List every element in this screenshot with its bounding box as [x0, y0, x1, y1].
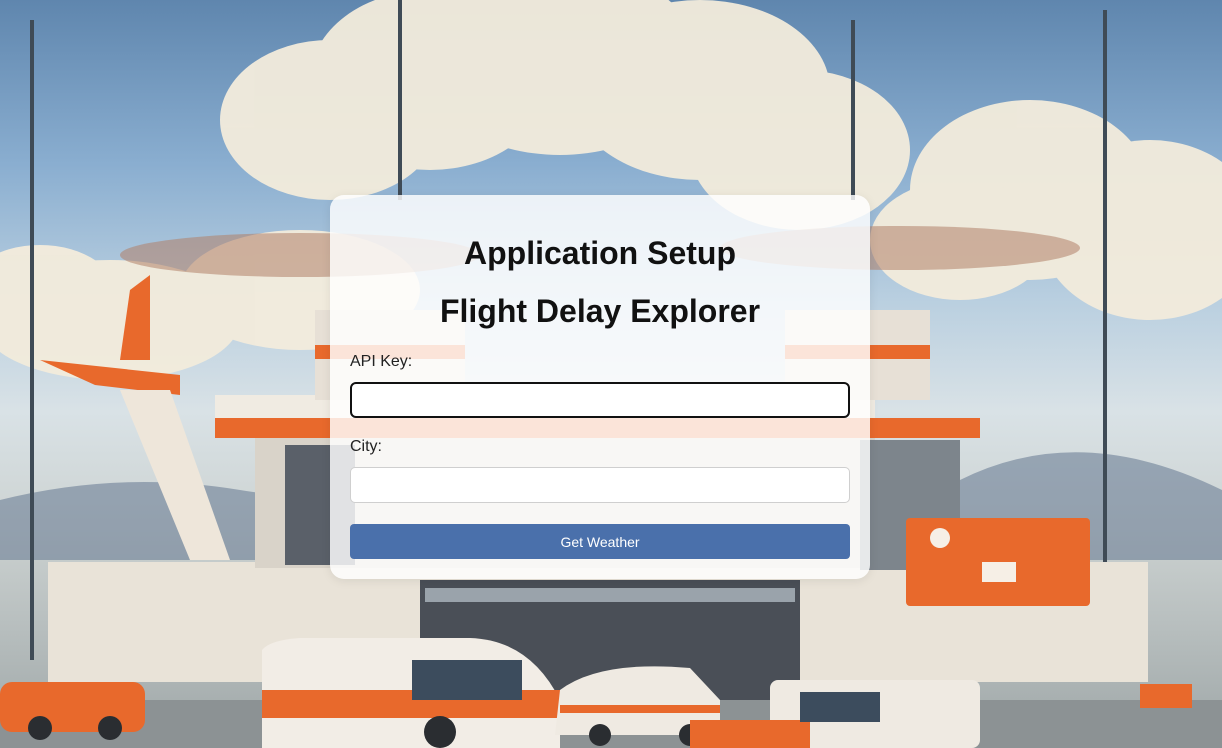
page-title: Application Setup	[464, 235, 736, 271]
city-label: City:	[350, 438, 382, 455]
background-scene: Application Setup Flight Delay Explorer …	[0, 0, 1222, 748]
app-subtitle: Flight Delay Explorer	[439, 293, 761, 329]
city-input[interactable]	[350, 467, 850, 503]
api-key-label: API Key:	[350, 353, 413, 370]
get-weather-button[interactable]: Get Weather	[350, 524, 850, 559]
api-key-input[interactable]	[350, 382, 850, 418]
setup-card: Application Setup Flight Delay Explorer …	[330, 195, 870, 579]
